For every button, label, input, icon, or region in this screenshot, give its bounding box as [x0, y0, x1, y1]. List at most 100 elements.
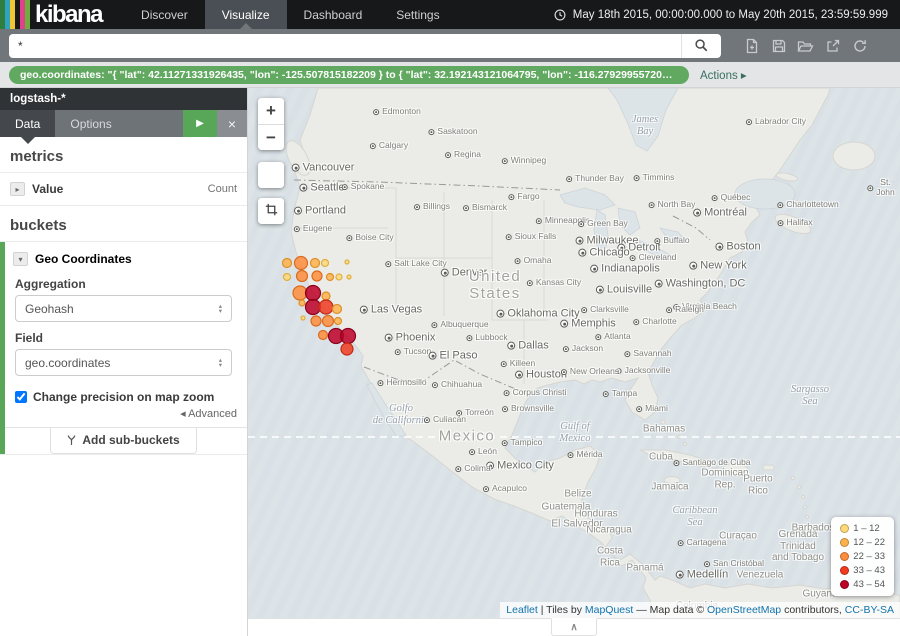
load-visualization-button[interactable]: [796, 36, 816, 56]
nav-tab-discover[interactable]: Discover: [124, 0, 205, 29]
geohash-point[interactable]: [333, 305, 342, 314]
metric-value-row[interactable]: ▸ Value Count: [0, 173, 247, 206]
map-base-layer: [248, 88, 900, 618]
save-icon: [771, 38, 787, 54]
bucket-collapse-toggle[interactable]: ▾: [13, 252, 28, 266]
nav-tabs: DiscoverVisualizeDashboardSettings: [124, 0, 457, 29]
geohash-point[interactable]: [306, 300, 321, 315]
geohash-point[interactable]: [322, 292, 330, 300]
draw-rectangle-button[interactable]: [258, 198, 284, 224]
legend-color-dot: [840, 552, 849, 561]
chevron-right-icon: ▸: [15, 185, 19, 194]
geohash-point[interactable]: [312, 271, 322, 281]
attribution-link[interactable]: Leaflet: [506, 604, 538, 616]
bucket-label: Geo Coordinates: [35, 252, 132, 266]
metric-expand-toggle[interactable]: ▸: [10, 182, 25, 196]
change-precision-checkbox[interactable]: [15, 391, 27, 403]
nav-tab-dashboard[interactable]: Dashboard: [287, 0, 380, 29]
legend-item: 1 – 12: [840, 523, 885, 534]
refresh-button[interactable]: [850, 36, 870, 56]
geohash-point[interactable]: [323, 316, 334, 327]
time-picker[interactable]: May 18th 2015, 00:00:00.000 to May 20th …: [553, 0, 900, 29]
nav-tab-settings[interactable]: Settings: [379, 0, 456, 29]
geohash-point[interactable]: [336, 274, 342, 280]
legend-item: 12 – 22: [840, 537, 885, 548]
attribution-link[interactable]: OpenStreetMap: [707, 604, 781, 616]
geohash-point[interactable]: [327, 274, 334, 281]
kibana-logo: kibana: [0, 0, 112, 29]
toggle-spy-panel-button[interactable]: ∧: [551, 618, 597, 636]
tab-options[interactable]: Options: [55, 110, 126, 137]
close-icon: ×: [228, 116, 236, 132]
attribution-text: — Map data ©: [633, 604, 707, 616]
top-navbar: kibana DiscoverVisualizeDashboardSetting…: [0, 0, 900, 29]
crop-icon: [265, 203, 278, 216]
geohash-point[interactable]: [301, 316, 305, 320]
geohash-point[interactable]: [319, 331, 328, 340]
zoom-out-button[interactable]: −: [258, 124, 284, 150]
geohash-point[interactable]: [322, 260, 329, 267]
legend-label: 33 – 43: [853, 565, 885, 576]
geohash-point[interactable]: [295, 257, 308, 270]
tab-data[interactable]: Data: [0, 110, 55, 137]
geohash-point[interactable]: [345, 260, 349, 264]
geohash-point[interactable]: [311, 316, 321, 326]
geohash-point[interactable]: [311, 259, 320, 268]
aggregation-select[interactable]: Geohash ▴▾: [15, 295, 232, 322]
search-input[interactable]: [9, 34, 681, 58]
geohash-point[interactable]: [283, 259, 292, 268]
external-link-icon: [825, 38, 841, 54]
time-range-text: May 18th 2015, 00:00:00.000 to May 20th …: [573, 9, 888, 21]
attribution-link[interactable]: MapQuest: [585, 604, 633, 616]
geohash-point[interactable]: [284, 274, 291, 281]
legend-item: 43 – 54: [840, 579, 885, 590]
legend-color-dot: [840, 524, 849, 533]
field-select[interactable]: geo.coordinates ▴▾: [15, 349, 232, 376]
filter-actions-link[interactable]: Actions ▸: [700, 68, 747, 82]
index-pattern-title: logstash-*: [0, 88, 247, 110]
geohash-point[interactable]: [347, 275, 351, 279]
search-button[interactable]: [681, 34, 721, 58]
legend-label: 1 – 12: [853, 523, 879, 534]
geohash-point[interactable]: [306, 286, 321, 301]
fork-icon: [67, 434, 76, 446]
aggregation-value: Geohash: [25, 302, 74, 316]
legend-item: 33 – 43: [840, 565, 885, 576]
legend-color-dot: [840, 538, 849, 547]
attribution-text: contributors,: [781, 604, 845, 616]
geohash-point[interactable]: [341, 329, 356, 344]
geohash-point[interactable]: [335, 318, 342, 325]
legend-item: 22 – 33: [840, 551, 885, 562]
draw-filter-control: [258, 198, 284, 224]
geo-filter-pill[interactable]: geo.coordinates: "{ "lat": 42.1127133192…: [9, 66, 689, 84]
zoom-in-button[interactable]: +: [258, 98, 284, 124]
apply-changes-button[interactable]: ▶: [183, 110, 217, 137]
save-visualization-button[interactable]: [769, 36, 789, 56]
geohash-point[interactable]: [297, 271, 308, 282]
legend-color-dot: [840, 566, 849, 575]
refresh-icon: [852, 38, 868, 54]
discard-changes-button[interactable]: ×: [217, 110, 247, 137]
play-icon: ▶: [196, 118, 204, 129]
new-visualization-button[interactable]: [742, 36, 762, 56]
add-sub-buckets-button[interactable]: Add sub-buckets: [50, 428, 196, 454]
field-value: geo.coordinates: [25, 356, 110, 370]
field-label: Field: [15, 331, 232, 345]
legend-label: 43 – 54: [853, 579, 885, 590]
fit-data-bounds-button[interactable]: [258, 162, 284, 188]
advanced-toggle-link[interactable]: ◂ Advanced: [10, 407, 237, 420]
geohash-point[interactable]: [319, 300, 333, 314]
share-button[interactable]: [823, 36, 843, 56]
legend-color-dot: [840, 580, 849, 589]
geohash-point[interactable]: [299, 300, 305, 306]
fit-data-bounds-control: [258, 162, 284, 188]
attribution-link[interactable]: CC-BY-SA: [845, 604, 894, 616]
clock-icon: [553, 8, 567, 22]
nav-tab-visualize[interactable]: Visualize: [205, 0, 287, 29]
spy-panel-bar: ∧: [248, 618, 900, 636]
geo-coordinates-bucket: ▾ Geo Coordinates Aggregation Geohash ▴▾…: [0, 242, 247, 455]
tile-map[interactable]: EdmontonSaskatoonCalgaryReginaWinnipegVa…: [248, 88, 900, 618]
geohash-point[interactable]: [341, 343, 353, 355]
geohash-point[interactable]: [293, 286, 307, 300]
chevron-up-icon: ∧: [570, 622, 577, 633]
